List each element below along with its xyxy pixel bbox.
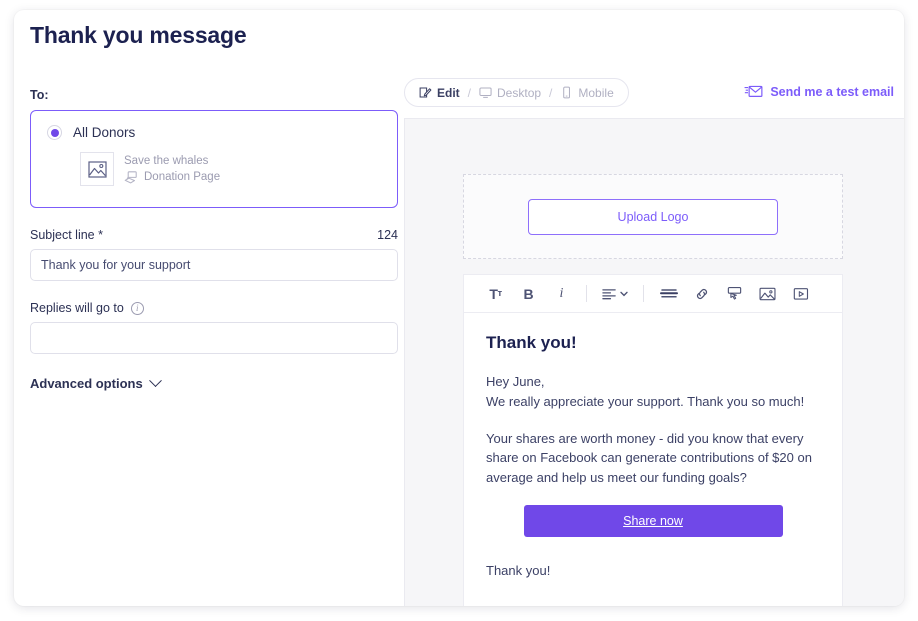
chevron-down-icon	[148, 374, 162, 388]
italic-icon[interactable]: i	[545, 280, 578, 308]
send-test-email-link[interactable]: Send me a test email	[744, 84, 894, 99]
email-greeting-line-1: Hey June,	[486, 374, 545, 389]
email-body[interactable]: Thank you! Hey June, We really appreciat…	[464, 313, 842, 578]
all-donors-label: All Donors	[73, 125, 136, 140]
email-preview-pane: Upload Logo Tт B i Thank you! Hey June, …	[404, 118, 904, 606]
image-icon[interactable]	[751, 280, 784, 308]
subject-line-label: Subject line *	[30, 228, 103, 242]
view-mode-desktop-label: Desktop	[497, 85, 542, 100]
upload-logo-button[interactable]: Upload Logo	[528, 198, 778, 235]
email-heading: Thank you!	[486, 333, 577, 352]
replies-header: Replies will go to i	[30, 301, 398, 315]
view-mode-desktop[interactable]: Desktop	[479, 86, 541, 100]
bold-icon[interactable]: B	[512, 280, 545, 308]
advanced-options-toggle[interactable]: Advanced options	[30, 374, 162, 391]
page-title: Thank you message	[30, 22, 247, 48]
video-icon[interactable]	[784, 280, 817, 308]
replies-label: Replies will go to	[30, 301, 124, 315]
subject-char-count: 124	[377, 228, 398, 242]
subject-line-input[interactable]	[30, 249, 398, 281]
share-now-button[interactable]: Share now	[523, 504, 783, 537]
campaign-page-type: Donation Page	[124, 170, 221, 184]
align-icon[interactable]	[595, 280, 635, 308]
email-greeting: Hey June, We really appreciate your supp…	[486, 372, 820, 412]
replies-input[interactable]	[30, 322, 398, 354]
donation-page-icon	[124, 170, 137, 183]
button-icon[interactable]	[718, 280, 751, 308]
view-mode-edit[interactable]: Edit	[419, 86, 460, 100]
view-mode-edit-label: Edit	[437, 85, 460, 100]
donation-page-label: Donation Page	[144, 171, 221, 183]
view-mode-mobile[interactable]: Mobile	[560, 85, 614, 100]
chevron-down-icon	[620, 291, 628, 296]
to-label: To:	[30, 88, 49, 102]
advanced-options-label: Advanced options	[30, 376, 143, 391]
horizontal-rule-icon[interactable]	[652, 280, 685, 308]
rich-text-toolbar: Tт B i	[464, 275, 842, 313]
logo-dropzone[interactable]: Upload Logo	[463, 174, 843, 259]
email-content-card: Tт B i Thank you! Hey June, We really ap…	[463, 274, 843, 606]
send-email-icon	[744, 85, 763, 97]
toolbar-divider-1	[586, 285, 587, 302]
view-mode-switcher[interactable]: Edit / Desktop / Mobile	[404, 78, 629, 107]
desktop-monitor-icon	[479, 87, 492, 98]
email-closing: Thank you!	[486, 562, 551, 578]
campaign-name: Save the whales	[124, 154, 209, 167]
radio-selected-dot	[50, 128, 59, 137]
mobile-phone-icon	[563, 86, 571, 99]
edit-pencil-icon	[419, 87, 432, 98]
toolbar-divider-2	[643, 285, 644, 302]
compose-form: To: All Donors Save the whales Donation …	[30, 88, 398, 391]
link-icon[interactable]	[685, 280, 718, 308]
recipient-card[interactable]: All Donors Save the whales Donation Page	[30, 110, 398, 208]
campaign-summary: Save the whales Donation Page	[80, 152, 381, 186]
email-paragraph: Your shares are worth money - did you kn…	[486, 430, 812, 486]
info-icon[interactable]: i	[130, 301, 144, 315]
campaign-thumbnail-icon	[80, 152, 114, 186]
recipient-option-row[interactable]: All Donors	[47, 125, 381, 140]
text-size-icon[interactable]: Tт	[479, 280, 512, 308]
subject-line-header: Subject line * 124	[30, 228, 398, 242]
all-donors-radio[interactable]	[47, 125, 62, 140]
view-mode-separator-1: /	[467, 85, 472, 100]
view-mode-mobile-label: Mobile	[578, 85, 614, 100]
app-card: Thank you message To: All Donors Save th…	[14, 10, 904, 606]
send-test-email-label: Send me a test email	[770, 84, 894, 99]
view-mode-separator-2: /	[549, 85, 553, 100]
email-greeting-line-2: We really appreciate your support. Thank…	[486, 393, 805, 409]
